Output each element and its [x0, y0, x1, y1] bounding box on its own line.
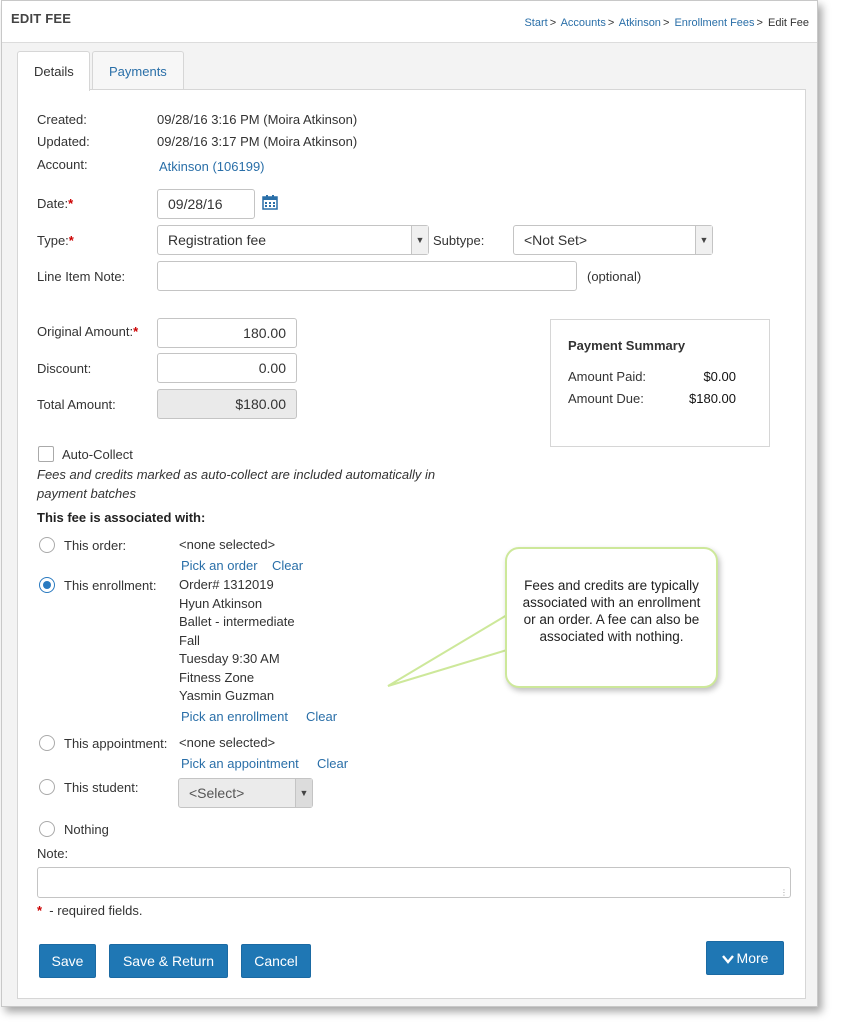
amount-due-value: $180.00 [689, 391, 736, 406]
student-select[interactable]: <Select> ▼ [178, 778, 313, 808]
breadcrumb-atkinson[interactable]: Atkinson [619, 17, 661, 29]
date-input[interactable]: 09/28/16 [157, 189, 255, 219]
payment-summary: Payment Summary Amount Paid: $0.00 Amoun… [550, 319, 770, 447]
subtype-select[interactable]: <Not Set> ▼ [513, 225, 713, 255]
breadcrumb: Start > Accounts > Atkinson > Enrollment Fe… [524, 17, 809, 29]
order-value: <none selected> [179, 537, 276, 552]
breadcrumb-current: Edit Fee [768, 17, 809, 29]
enrollment-line: Fall [179, 633, 200, 648]
resize-handle-icon[interactable]: ⋮ [780, 888, 788, 897]
student-radio[interactable] [39, 779, 55, 795]
note-textarea[interactable]: ⋮ [37, 867, 791, 898]
discount-input[interactable]: 0.00 [157, 353, 297, 383]
type-label: Type:* [37, 233, 74, 248]
updated-label: Updated: [37, 134, 90, 149]
clear-enrollment-link[interactable]: Clear [306, 709, 337, 724]
discount-label: Discount: [37, 361, 92, 376]
page-title: EDIT FEE [11, 11, 72, 26]
total-amount-label: Total Amount: [37, 397, 116, 412]
breadcrumb-start[interactable]: Start [524, 17, 547, 29]
line-item-note-label: Line Item Note: [37, 269, 126, 284]
note-label: Note: [37, 846, 69, 861]
enrollment-line: Yasmin Guzman [179, 688, 275, 703]
save-button[interactable]: Save [39, 944, 96, 978]
cancel-button[interactable]: Cancel [241, 944, 311, 978]
calendar-icon[interactable] [262, 194, 278, 213]
association-heading: This fee is associated with: [37, 510, 206, 525]
enrollment-line: Order# 1312019 [179, 577, 274, 592]
order-radio[interactable] [39, 537, 55, 553]
chevron-down-icon: ▼ [411, 226, 428, 254]
enrollment-line: Tuesday 9:30 AM [179, 651, 280, 666]
tab-details[interactable]: Details [17, 51, 90, 91]
original-amount-label: Original Amount:* [37, 324, 139, 339]
edit-fee-panel: EDIT FEE Start > Accounts > Atkinson > Enro… [1, 0, 818, 1007]
auto-collect-checkbox[interactable] [38, 446, 54, 462]
details-content: Created: 09/28/16 3:16 PM (Moira Atkinso… [17, 89, 806, 999]
nothing-label: Nothing [64, 822, 109, 837]
pick-enrollment-link[interactable]: Pick an enrollment [181, 709, 288, 724]
amount-paid-label: Amount Paid: [568, 369, 647, 384]
appointment-value: <none selected> [179, 735, 276, 750]
callout-bubble: Fees and credits are typically associate… [505, 547, 718, 688]
line-item-note-input[interactable] [157, 261, 577, 291]
tab-payments[interactable]: Payments [92, 51, 184, 90]
original-amount-input[interactable]: 180.00 [157, 318, 297, 348]
header: EDIT FEE Start > Accounts > Atkinson > Enro… [2, 1, 817, 43]
optional-hint: (optional) [587, 269, 642, 284]
account-link[interactable]: Atkinson (106199) [159, 159, 265, 174]
updated-value: 09/28/16 3:17 PM (Moira Atkinson) [157, 134, 358, 149]
enrollment-line: Fitness Zone [179, 670, 255, 685]
breadcrumb-accounts[interactable]: Accounts [561, 17, 606, 29]
nothing-radio[interactable] [39, 821, 55, 837]
amount-due-label: Amount Due: [568, 391, 644, 406]
subtype-label: Subtype: [433, 233, 485, 248]
chevron-down-icon: ▼ [695, 226, 712, 254]
auto-collect-help-line1: Fees and credits marked as auto-collect … [37, 467, 436, 482]
pick-appointment-link[interactable]: Pick an appointment [181, 756, 299, 771]
amount-paid-value: $0.00 [703, 369, 736, 384]
chevron-down-icon: ▼ [295, 779, 312, 807]
appointment-radio[interactable] [39, 735, 55, 751]
student-label: This student: [64, 780, 139, 795]
callout-pointer [387, 613, 508, 687]
date-label: Date:* [37, 196, 74, 211]
chevron-down-icon [721, 955, 734, 964]
created-value: 09/28/16 3:16 PM (Moira Atkinson) [157, 112, 358, 127]
required-legend: * - required fields. [37, 903, 143, 918]
created-label: Created: [37, 112, 87, 127]
enrollment-label: This enrollment: [64, 578, 157, 593]
type-select[interactable]: Registration fee ▼ [157, 225, 429, 255]
more-button[interactable]: More [706, 941, 784, 975]
breadcrumb-enrollment-fees[interactable]: Enrollment Fees [674, 17, 754, 29]
auto-collect-label: Auto-Collect [62, 447, 133, 462]
enrollment-line: Ballet - intermediate [179, 614, 295, 629]
pick-order-link[interactable]: Pick an order [181, 558, 258, 573]
clear-order-link[interactable]: Clear [272, 558, 303, 573]
account-label: Account: [37, 157, 88, 172]
enrollment-line: Hyun Atkinson [179, 596, 263, 611]
appointment-label: This appointment: [64, 736, 168, 751]
total-amount-field: $180.00 [157, 389, 297, 419]
enrollment-radio[interactable] [39, 577, 55, 593]
clear-appointment-link[interactable]: Clear [317, 756, 348, 771]
order-label: This order: [64, 538, 127, 553]
payment-summary-title: Payment Summary [568, 338, 686, 353]
auto-collect-help-line2: payment batches [37, 486, 137, 501]
save-and-return-button[interactable]: Save & Return [109, 944, 228, 978]
